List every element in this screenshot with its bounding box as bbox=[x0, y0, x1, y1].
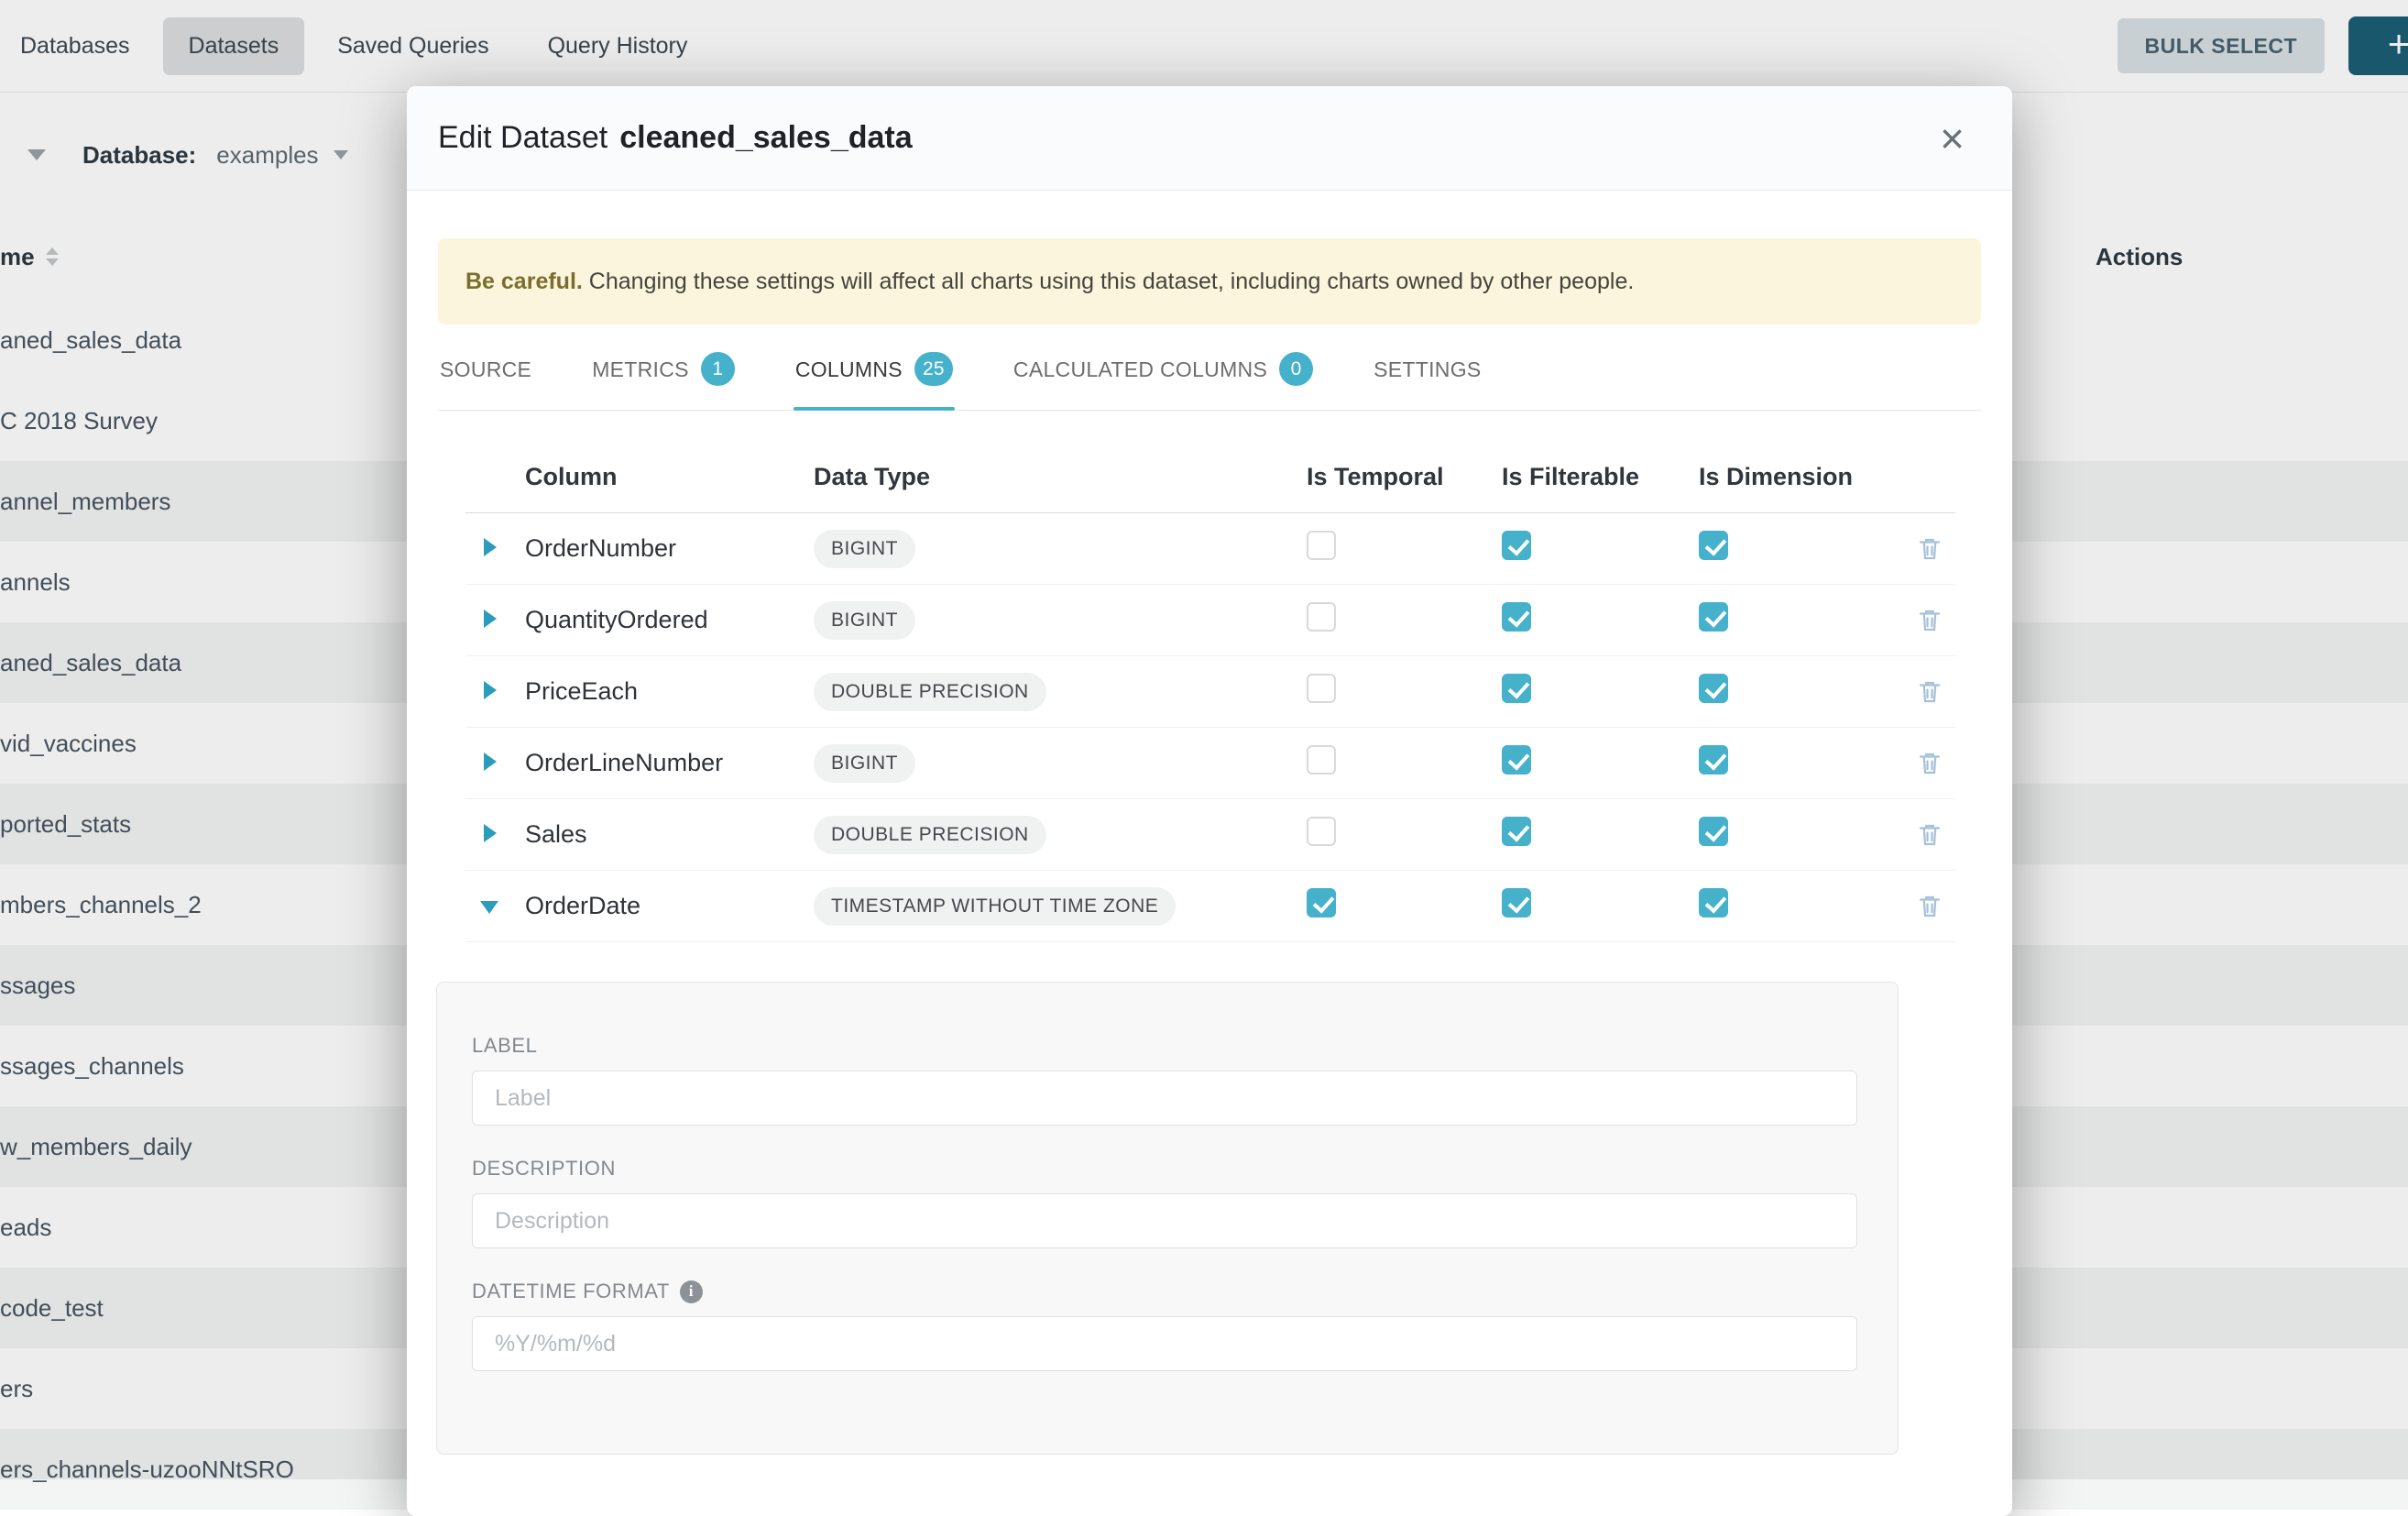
tab-label: COLUMNS bbox=[795, 356, 903, 383]
columns-table-header: Column Data Type Is Temporal Is Filterab… bbox=[465, 442, 1955, 513]
description-field-label: DESCRIPTION bbox=[472, 1157, 1857, 1181]
description-field-group: DESCRIPTION bbox=[472, 1157, 1857, 1248]
modal-title-prefix: Edit Dataset bbox=[438, 120, 607, 156]
column-row: OrderDate TIMESTAMP WITHOUT TIME ZONE bbox=[465, 871, 1955, 942]
delete-icon[interactable] bbox=[1904, 750, 1955, 777]
is-temporal-checkbox[interactable] bbox=[1307, 817, 1336, 846]
expand-caret-icon[interactable] bbox=[480, 901, 498, 914]
close-icon[interactable]: × bbox=[1940, 117, 1965, 159]
tab-metrics[interactable]: METRICS 1 bbox=[590, 352, 737, 410]
edit-dataset-modal: Edit Dataset cleaned_sales_data × Be car… bbox=[407, 86, 2012, 1516]
datetime-format-field-group: DATETIME FORMAT i bbox=[472, 1280, 1857, 1371]
modal-header: Edit Dataset cleaned_sales_data × bbox=[407, 86, 2012, 191]
tab-label: SOURCE bbox=[440, 356, 531, 383]
modal-title: Edit Dataset cleaned_sales_data bbox=[438, 120, 913, 156]
description-input[interactable] bbox=[472, 1193, 1857, 1248]
delete-icon[interactable] bbox=[1904, 535, 1955, 563]
metrics-count-badge: 1 bbox=[701, 352, 735, 386]
data-type-pill: DOUBLE PRECISION bbox=[814, 673, 1046, 711]
tab-label: CALCULATED COLUMNS bbox=[1013, 356, 1267, 383]
datetime-format-field-label: DATETIME FORMAT i bbox=[472, 1280, 1857, 1303]
warning-text: Changing these settings will affect all … bbox=[589, 269, 1635, 294]
is-temporal-checkbox[interactable] bbox=[1307, 674, 1336, 703]
is-dimension-checkbox[interactable] bbox=[1699, 531, 1728, 560]
tab-settings[interactable]: SETTINGS bbox=[1372, 352, 1483, 410]
tab-source[interactable]: SOURCE bbox=[438, 352, 533, 410]
is-dimension-header: Is Dimension bbox=[1699, 463, 1904, 491]
column-row: OrderNumber BIGINT bbox=[465, 513, 1955, 585]
label-field-label: LABEL bbox=[472, 1034, 1857, 1058]
column-name: OrderNumber bbox=[525, 534, 814, 563]
is-dimension-checkbox[interactable] bbox=[1699, 888, 1728, 917]
is-temporal-checkbox[interactable] bbox=[1307, 745, 1336, 774]
expand-caret-icon[interactable] bbox=[484, 538, 497, 556]
calculated-columns-count-badge: 0 bbox=[1279, 352, 1313, 386]
column-row: Sales DOUBLE PRECISION bbox=[465, 799, 1955, 871]
column-header: Column bbox=[525, 463, 814, 491]
is-temporal-checkbox[interactable] bbox=[1307, 531, 1336, 560]
datetime-format-input[interactable] bbox=[472, 1316, 1857, 1371]
tab-label: METRICS bbox=[592, 356, 689, 383]
expand-caret-icon[interactable] bbox=[484, 753, 497, 771]
data-type-pill: TIMESTAMP WITHOUT TIME ZONE bbox=[814, 887, 1176, 926]
warning-bold-text: Be careful. bbox=[465, 269, 583, 294]
column-row: OrderLineNumber BIGINT bbox=[465, 728, 1955, 799]
delete-icon[interactable] bbox=[1904, 678, 1955, 706]
is-dimension-checkbox[interactable] bbox=[1699, 745, 1728, 774]
datetime-format-label-text: DATETIME FORMAT bbox=[472, 1280, 670, 1303]
is-filterable-checkbox[interactable] bbox=[1502, 602, 1531, 632]
tab-calculated-columns[interactable]: CALCULATED COLUMNS 0 bbox=[1012, 352, 1315, 410]
is-dimension-checkbox[interactable] bbox=[1699, 602, 1728, 632]
warning-banner: Be careful. Changing these settings will… bbox=[438, 238, 1981, 324]
columns-count-badge: 25 bbox=[914, 352, 953, 386]
is-filterable-checkbox[interactable] bbox=[1502, 745, 1531, 774]
expand-caret-icon[interactable] bbox=[484, 824, 497, 842]
is-dimension-checkbox[interactable] bbox=[1699, 817, 1728, 846]
is-filterable-checkbox[interactable] bbox=[1502, 674, 1531, 703]
data-type-pill: BIGINT bbox=[814, 601, 915, 640]
is-temporal-checkbox[interactable] bbox=[1307, 602, 1336, 632]
label-field-group: LABEL bbox=[472, 1034, 1857, 1126]
modal-tabs: SOURCE METRICS 1 COLUMNS 25 CALCULATED C… bbox=[438, 352, 1981, 411]
delete-icon[interactable] bbox=[1904, 821, 1955, 849]
label-input[interactable] bbox=[472, 1071, 1857, 1126]
modal-title-dataset-name: cleaned_sales_data bbox=[619, 120, 912, 156]
data-type-header: Data Type bbox=[814, 463, 1307, 491]
is-filterable-header: Is Filterable bbox=[1502, 463, 1699, 491]
tab-columns[interactable]: COLUMNS 25 bbox=[794, 352, 955, 410]
delete-icon[interactable] bbox=[1904, 607, 1955, 634]
tab-label: SETTINGS bbox=[1374, 356, 1481, 383]
is-filterable-checkbox[interactable] bbox=[1502, 817, 1531, 846]
is-filterable-checkbox[interactable] bbox=[1502, 531, 1531, 560]
data-type-pill: DOUBLE PRECISION bbox=[814, 816, 1046, 854]
column-name: QuantityOrdered bbox=[525, 606, 814, 634]
info-icon[interactable]: i bbox=[680, 1280, 703, 1303]
data-type-pill: BIGINT bbox=[814, 744, 915, 783]
data-type-pill: BIGINT bbox=[814, 530, 915, 568]
column-name: OrderDate bbox=[525, 892, 814, 920]
column-detail-panel: LABEL DESCRIPTION DATETIME FORMAT i bbox=[436, 982, 1899, 1455]
is-temporal-header: Is Temporal bbox=[1307, 463, 1502, 491]
delete-icon[interactable] bbox=[1904, 893, 1955, 920]
column-row: PriceEach DOUBLE PRECISION bbox=[465, 656, 1955, 728]
is-dimension-checkbox[interactable] bbox=[1699, 674, 1728, 703]
column-row: QuantityOrdered BIGINT bbox=[465, 585, 1955, 656]
column-name: OrderLineNumber bbox=[525, 749, 814, 777]
is-filterable-checkbox[interactable] bbox=[1502, 888, 1531, 917]
expand-caret-icon[interactable] bbox=[484, 610, 497, 628]
column-name: PriceEach bbox=[525, 677, 814, 706]
expand-caret-icon[interactable] bbox=[484, 681, 497, 699]
column-name: Sales bbox=[525, 820, 814, 849]
is-temporal-checkbox[interactable] bbox=[1307, 888, 1336, 917]
